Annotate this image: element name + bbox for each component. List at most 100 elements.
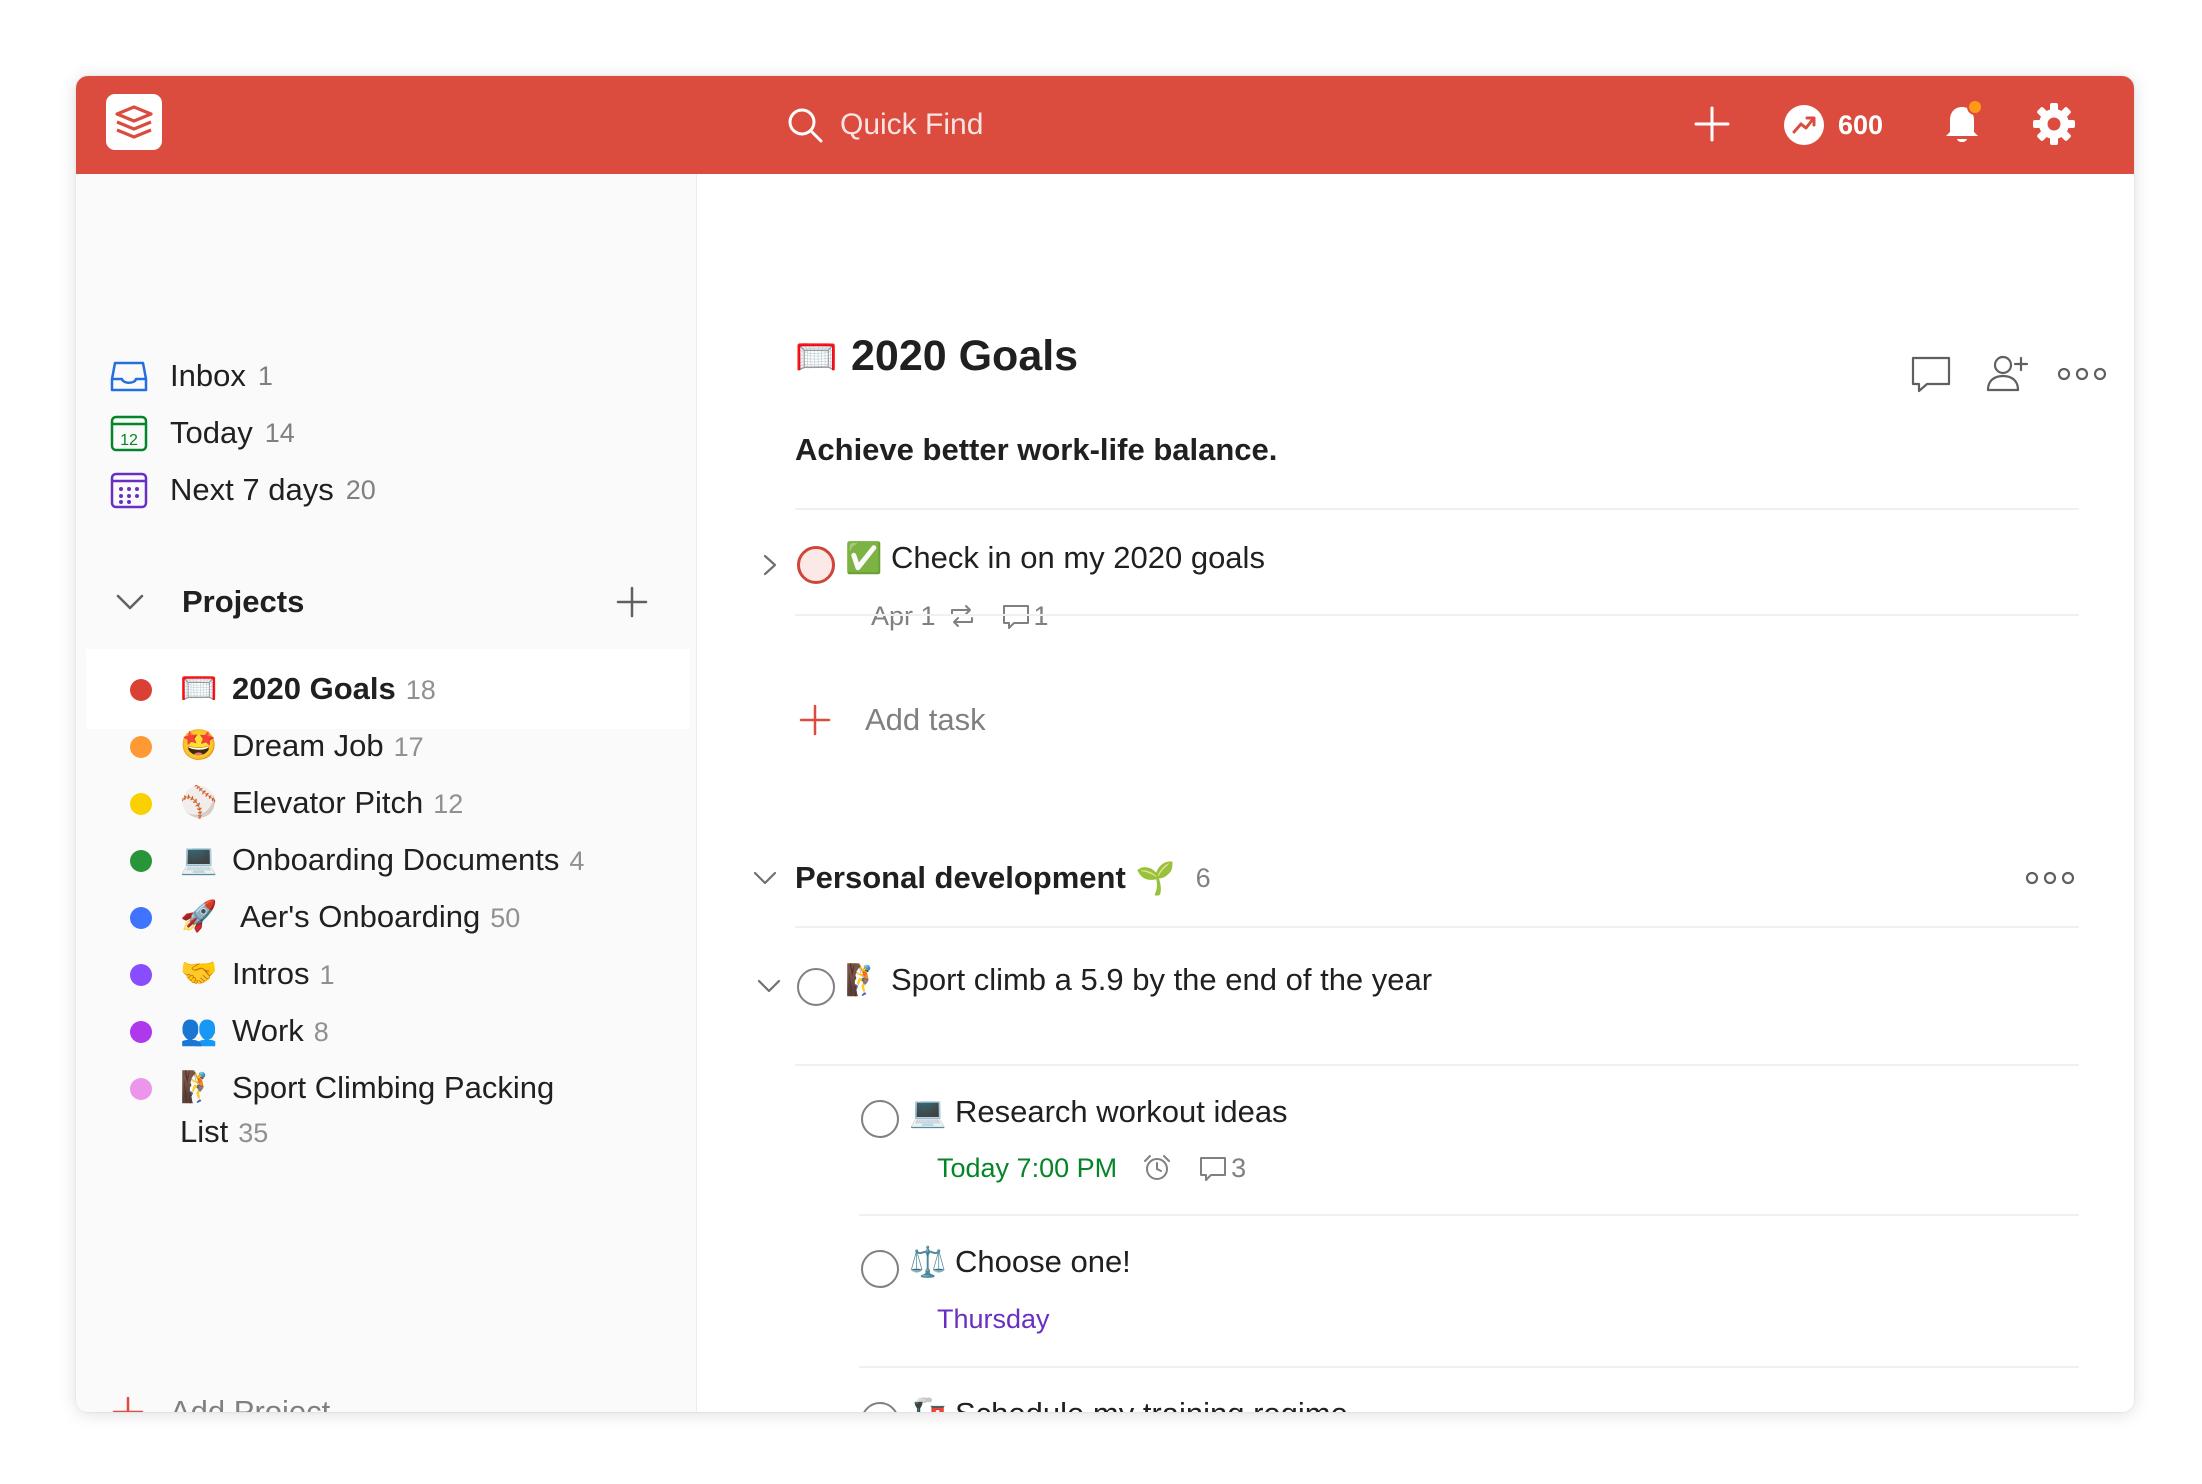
- task-checkbox[interactable]: [797, 546, 835, 584]
- project-name: Elevator Pitch: [232, 785, 424, 820]
- project-count: 8: [313, 1017, 329, 1047]
- project-color-dot: [130, 850, 152, 872]
- project-name: Sport Climbing Packing: [232, 1070, 555, 1105]
- task-item[interactable]: 🧗 Sport climb a 5.9 by the end of the yea…: [697, 930, 2097, 1038]
- divider: [795, 614, 2079, 616]
- task-emoji: 💻: [909, 1096, 947, 1129]
- project-count: 35: [238, 1118, 269, 1148]
- karma-count: 600: [1838, 109, 1884, 140]
- project-count: 18: [405, 675, 436, 705]
- sidebar-item-count: 20: [345, 474, 376, 505]
- task-meta: Today 7:00 PM 3: [937, 1152, 1246, 1184]
- share-add-person-icon[interactable]: [1983, 350, 2031, 398]
- todoist-logo-icon[interactable]: [106, 94, 162, 150]
- plus-icon: [112, 1396, 144, 1412]
- sidebar-item-inbox[interactable]: Inbox 1: [108, 348, 273, 404]
- plus-icon: [799, 704, 831, 736]
- sidebar-item-label: Next 7 days: [170, 472, 334, 507]
- comment-icon: [1002, 605, 1029, 629]
- projects-title: Projects: [182, 584, 305, 619]
- projects-header[interactable]: Projects: [112, 574, 652, 630]
- project-count: 1: [319, 960, 335, 990]
- add-project-plus-icon[interactable]: [612, 582, 652, 622]
- project-item-sport-climbing-packing-list[interactable]: 🧗 Sport Climbing Packing List 35: [86, 1048, 690, 1158]
- project-emoji: ⚾: [180, 786, 218, 819]
- project-name: Work: [232, 1013, 304, 1048]
- app-window: Quick Find 600 Inbox 1 12 Today 14 Next …: [76, 76, 2134, 1412]
- comment-count: 1: [1034, 601, 1049, 632]
- calendar-today-icon: 12: [110, 415, 148, 452]
- project-name: Intros: [232, 956, 310, 991]
- sidebar-item-today[interactable]: 12 Today 14: [108, 405, 295, 461]
- task-checkbox[interactable]: [861, 1100, 899, 1138]
- task-due-date: Thursday: [937, 1304, 1050, 1334]
- task-due-date: Today 7:00 PM: [937, 1152, 1118, 1183]
- task-checkbox[interactable]: [861, 1250, 899, 1288]
- karma-button[interactable]: 600: [1784, 100, 1883, 150]
- project-description: Achieve better work-life balance.: [795, 432, 1278, 467]
- subtask-item[interactable]: 🚂 Schedule my training regime: [697, 1372, 2097, 1412]
- calendar-day-number: 12: [120, 432, 138, 449]
- comment-count: 3: [1231, 1152, 1247, 1183]
- section-count: 6: [1195, 862, 1211, 893]
- project-name: 2020 Goals: [232, 671, 396, 706]
- add-project-button[interactable]: Add Project: [108, 1392, 330, 1412]
- task-title: Choose one!: [955, 1244, 1131, 1279]
- notifications-bell-icon[interactable]: [1938, 98, 1986, 148]
- project-title-emoji: 🥅: [795, 337, 838, 376]
- project-name: Aer's Onboarding: [240, 899, 481, 934]
- quick-find-search[interactable]: Quick Find: [784, 100, 1204, 150]
- chevron-down-icon[interactable]: [112, 584, 148, 620]
- task-title: Check in on my 2020 goals: [891, 540, 1265, 575]
- task-checkbox[interactable]: [797, 968, 835, 1006]
- task-checkbox[interactable]: [861, 1402, 899, 1412]
- settings-gear-icon[interactable]: [2030, 100, 2078, 148]
- project-count: 12: [433, 789, 464, 819]
- task-item[interactable]: ✅Check in on my 2020 goals Apr 1 1: [697, 514, 2097, 634]
- section-title: Personal development: [795, 860, 1126, 895]
- add-task-button[interactable]: Add task: [795, 700, 986, 740]
- task-emoji: ✅: [845, 542, 883, 575]
- divider: [795, 1064, 2079, 1066]
- karma-trend-icon: [1784, 105, 1824, 145]
- task-emoji: 🚂: [909, 1397, 949, 1412]
- divider: [795, 508, 2079, 510]
- project-color-dot: [130, 907, 152, 929]
- calendar-week-icon: [110, 472, 148, 509]
- alarm-clock-icon: [1144, 1155, 1171, 1180]
- sidebar-item-label: Inbox: [170, 358, 246, 393]
- chevron-down-icon[interactable]: [749, 862, 781, 894]
- section-header[interactable]: Personal development 🌱 6: [749, 850, 2134, 906]
- sidebar-item-count: 14: [264, 417, 295, 448]
- task-meta: Thursday: [937, 1304, 1050, 1335]
- comment-icon[interactable]: [1907, 350, 1955, 398]
- quick-add-plus-icon[interactable]: [1690, 102, 1734, 146]
- project-count: 50: [490, 903, 521, 933]
- project-color-dot: [130, 1078, 152, 1100]
- sidebar-item-next-7-days[interactable]: Next 7 days 20: [108, 462, 376, 518]
- subtask-item[interactable]: 💻 Research workout ideas Today 7:00 PM 3: [697, 1070, 2097, 1210]
- subtask-item[interactable]: ⚖️ Choose one! Thursday: [697, 1220, 2097, 1360]
- project-color-dot: [130, 736, 152, 758]
- search-placeholder: Quick Find: [840, 108, 984, 141]
- project-name-line2: List: [180, 1114, 229, 1149]
- project-emoji: 🥅: [180, 672, 218, 705]
- more-options-icon[interactable]: [2023, 858, 2077, 898]
- project-emoji: 🚀: [180, 900, 218, 933]
- add-project-label: Add Project: [170, 1394, 331, 1412]
- project-emoji: 🤩: [180, 729, 218, 762]
- chevron-right-icon[interactable]: [755, 550, 785, 580]
- task-title: Research workout ideas: [955, 1094, 1288, 1129]
- more-options-icon[interactable]: [2055, 350, 2109, 398]
- project-color-dot: [130, 964, 152, 986]
- project-emoji: 🧗: [180, 1071, 218, 1104]
- divider: [859, 1214, 2079, 1216]
- task-due-date: Apr 1: [871, 600, 936, 631]
- add-task-label: Add task: [865, 702, 986, 737]
- project-name: Onboarding Documents: [232, 842, 560, 877]
- project-color-dot: [130, 679, 152, 701]
- task-emoji: 🧗: [845, 964, 883, 997]
- task-title: Sport climb a 5.9 by the end of the year: [891, 962, 1433, 997]
- chevron-down-icon[interactable]: [753, 970, 785, 1002]
- project-emoji: 👥: [180, 1014, 218, 1047]
